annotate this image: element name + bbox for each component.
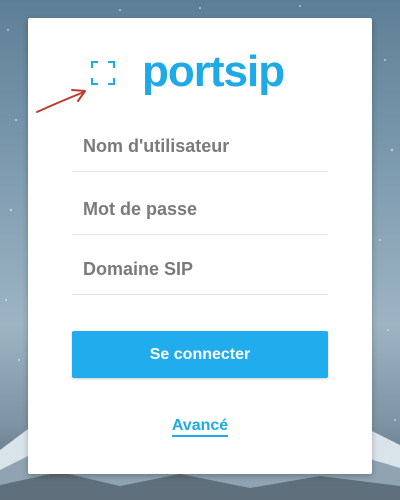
qr-scan-icon[interactable] — [90, 60, 116, 86]
sip-domain-input[interactable] — [72, 245, 328, 294]
advanced-link-row: Avancé — [0, 416, 400, 437]
advanced-link[interactable]: Avancé — [171, 417, 229, 437]
sip-domain-field-wrapper — [72, 245, 328, 295]
username-field-wrapper — [72, 122, 328, 172]
password-field-wrapper — [72, 185, 328, 235]
username-input[interactable] — [72, 122, 328, 171]
portsip-logo: portsip — [142, 47, 285, 96]
password-input[interactable] — [72, 185, 328, 234]
connect-button[interactable]: Se connecter — [72, 331, 328, 378]
